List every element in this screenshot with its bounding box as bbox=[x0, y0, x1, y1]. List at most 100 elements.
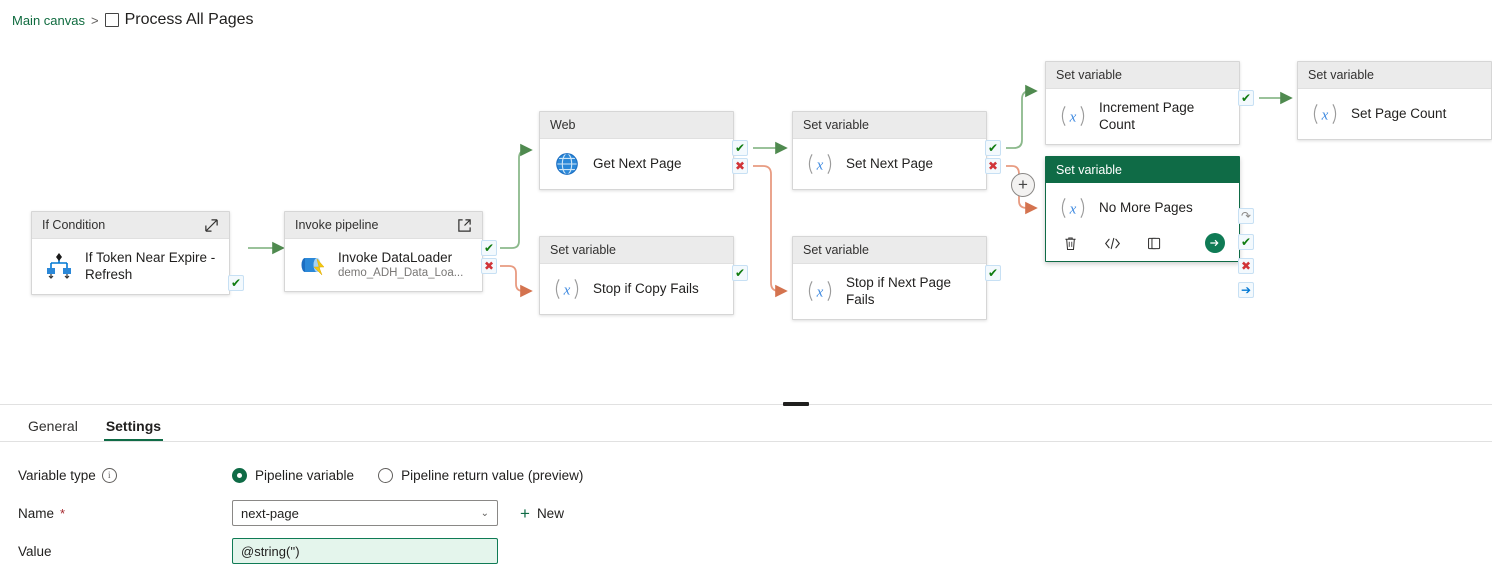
activity-node-set-page-count[interactable]: Set variable x Set Page Count bbox=[1297, 61, 1492, 140]
breadcrumb-main-canvas-link[interactable]: Main canvas bbox=[12, 13, 85, 28]
value-input[interactable]: @string('') bbox=[232, 538, 498, 564]
splitter-grip[interactable] bbox=[783, 402, 809, 406]
activity-node-get-next-page[interactable]: Web Get Next Page bbox=[539, 111, 734, 190]
variable-name-dropdown[interactable]: next-page ⌄ bbox=[232, 500, 498, 526]
tab-settings[interactable]: Settings bbox=[94, 419, 173, 441]
radio-pipeline-variable[interactable]: Pipeline variable bbox=[232, 468, 354, 483]
pipeline-canvas[interactable]: If Condition If Token Near Expire - Refr… bbox=[0, 36, 1492, 401]
node-body: x Stop if Next Page Fails bbox=[793, 264, 986, 319]
connector-badge-success[interactable]: ✔ bbox=[985, 140, 1001, 156]
node-header: Set variable bbox=[1298, 62, 1491, 89]
delete-activity-icon[interactable] bbox=[1060, 233, 1080, 253]
connector-badge-success[interactable]: ✔ bbox=[481, 240, 497, 256]
svg-text:x: x bbox=[816, 285, 824, 301]
connector-badge-success[interactable]: ✔ bbox=[732, 140, 748, 156]
breadcrumb-separator: > bbox=[91, 13, 99, 28]
connector-badge-success[interactable]: ✔ bbox=[985, 265, 1001, 281]
node-name: Increment Page Count bbox=[1099, 99, 1227, 134]
node-type-label: Web bbox=[550, 118, 575, 132]
run-activity-icon[interactable] bbox=[1205, 233, 1225, 253]
invoke-pipeline-icon bbox=[297, 250, 327, 280]
svg-text:x: x bbox=[816, 157, 824, 173]
expand-activity-icon[interactable] bbox=[204, 218, 219, 233]
open-pipeline-icon[interactable] bbox=[457, 218, 472, 233]
connector-badge-success[interactable]: ✔ bbox=[228, 275, 244, 291]
node-name: No More Pages bbox=[1099, 199, 1193, 216]
panel-splitter[interactable] bbox=[0, 401, 1492, 408]
activity-node-stop-if-copy-fails[interactable]: Set variable x Stop if Copy Fails bbox=[539, 236, 734, 315]
svg-text:x: x bbox=[563, 282, 571, 298]
node-name: If Token Near Expire - Refresh bbox=[85, 249, 217, 284]
svg-text:x: x bbox=[1321, 107, 1329, 123]
radio-pipeline-return-value[interactable]: Pipeline return value (preview) bbox=[378, 468, 583, 483]
required-marker: * bbox=[60, 506, 65, 521]
radio-label: Pipeline return value (preview) bbox=[401, 468, 583, 483]
new-variable-label: New bbox=[537, 506, 564, 521]
set-variable-icon: x bbox=[805, 276, 835, 306]
connector-badge-failure[interactable]: ✖ bbox=[481, 258, 497, 274]
value-row: Value @string('') bbox=[0, 532, 1492, 570]
node-body: Get Next Page bbox=[540, 139, 733, 189]
connector-badge-completion[interactable]: ➔ bbox=[1238, 282, 1254, 298]
clone-activity-icon[interactable] bbox=[1144, 233, 1164, 253]
variable-type-label: Variable type bbox=[18, 468, 96, 483]
tab-general[interactable]: General bbox=[16, 419, 90, 441]
node-name: Set Page Count bbox=[1351, 105, 1446, 122]
info-icon[interactable]: i bbox=[102, 468, 117, 483]
activity-node-set-next-page[interactable]: Set variable x Set Next Page bbox=[792, 111, 987, 190]
activity-toolbar bbox=[1046, 233, 1239, 261]
connector-badge-skipped[interactable]: ↷ bbox=[1238, 208, 1254, 224]
activity-properties-panel: General Settings Variable type i Pipelin… bbox=[0, 408, 1492, 577]
value-label-group: Value bbox=[18, 544, 232, 559]
node-type-label: Set variable bbox=[550, 243, 616, 257]
node-type-label: Set variable bbox=[1056, 163, 1122, 177]
node-type-label: Set variable bbox=[1056, 68, 1122, 82]
node-body: x Set Next Page bbox=[793, 139, 986, 189]
set-variable-icon: x bbox=[1058, 193, 1088, 223]
variable-type-label-group: Variable type i bbox=[18, 468, 232, 483]
activity-node-stop-if-next-page-fails[interactable]: Set variable x Stop if Next Page Fails bbox=[792, 236, 987, 320]
web-globe-icon bbox=[552, 149, 582, 179]
activity-node-no-more-pages[interactable]: Set variable x No More Pages bbox=[1045, 156, 1240, 262]
svg-text:x: x bbox=[1069, 110, 1077, 126]
node-type-label: If Condition bbox=[42, 218, 105, 232]
variable-name-value: next-page bbox=[241, 506, 299, 521]
activity-node-increment-page-count[interactable]: Set variable x Increment Page Count bbox=[1045, 61, 1240, 145]
node-body: x Set Page Count bbox=[1298, 89, 1491, 139]
node-name: Set Next Page bbox=[846, 155, 933, 172]
connector-badge-success[interactable]: ✔ bbox=[1238, 90, 1254, 106]
chevron-down-icon: ⌄ bbox=[481, 508, 489, 519]
node-header: Set variable bbox=[793, 237, 986, 264]
if-condition-icon bbox=[44, 251, 74, 281]
variable-type-radio-group: Pipeline variable Pipeline return value … bbox=[232, 468, 583, 483]
node-header: If Condition bbox=[32, 212, 229, 239]
connector-badge-failure[interactable]: ✖ bbox=[985, 158, 1001, 174]
set-variable-icon: x bbox=[805, 149, 835, 179]
connector-badge-failure[interactable]: ✖ bbox=[732, 158, 748, 174]
settings-form: Variable type i Pipeline variable Pipeli… bbox=[0, 442, 1492, 570]
page-title: Process All Pages bbox=[125, 11, 254, 29]
activity-node-invoke-pipeline[interactable]: Invoke pipeline Invoke DataLoader demo_A… bbox=[284, 211, 483, 292]
node-header: Set variable bbox=[1046, 157, 1239, 183]
activity-node-if-condition[interactable]: If Condition If Token Near Expire - Refr… bbox=[31, 211, 230, 295]
node-body: If Token Near Expire - Refresh bbox=[32, 239, 229, 294]
node-header: Set variable bbox=[1046, 62, 1239, 89]
node-header: Set variable bbox=[793, 112, 986, 139]
node-name: Get Next Page bbox=[593, 155, 682, 172]
connector-badge-success[interactable]: ✔ bbox=[732, 265, 748, 281]
breadcrumb: Main canvas > Process All Pages bbox=[12, 8, 254, 32]
add-activity-button[interactable]: + bbox=[1011, 173, 1035, 197]
set-variable-icon: x bbox=[1310, 99, 1340, 129]
node-name: Invoke DataLoader bbox=[338, 249, 463, 266]
new-variable-button[interactable]: + New bbox=[520, 505, 564, 522]
node-type-label: Set variable bbox=[803, 118, 869, 132]
node-title-group: If Token Near Expire - Refresh bbox=[85, 249, 217, 284]
connector-badge-success[interactable]: ✔ bbox=[1238, 234, 1254, 250]
connector-badge-failure[interactable]: ✖ bbox=[1238, 258, 1254, 274]
radio-dot bbox=[378, 468, 393, 483]
svg-text:x: x bbox=[1069, 201, 1077, 217]
node-type-label: Invoke pipeline bbox=[295, 218, 378, 232]
name-label-group: Name * bbox=[18, 506, 232, 521]
node-header: Web bbox=[540, 112, 733, 139]
code-view-icon[interactable] bbox=[1102, 233, 1122, 253]
